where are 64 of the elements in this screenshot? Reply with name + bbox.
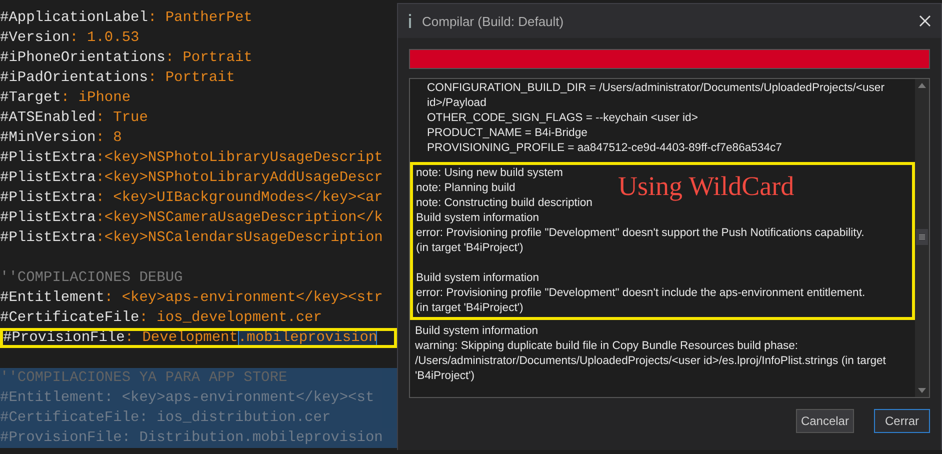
attribute-value: : <key>UIBackgroundModes</key><ar [96, 190, 383, 206]
dialog-title: Compilar (Build: Default) [422, 14, 565, 28]
log-line: note: Using new build system [416, 166, 563, 181]
attribute-value: :<key>NSPhotoLibraryUsageDescript [96, 150, 383, 166]
attribute-key: #CertificateFile [0, 410, 140, 426]
scroll-thumb[interactable] [916, 229, 928, 245]
attribute-key: #iPadOrientations [0, 70, 148, 86]
attribute-value: :<key>NSCalendarsUsageDescription [96, 230, 383, 246]
attribute-value: : <key>aps-environment</key><st [104, 390, 374, 406]
attribute-key: #ATSEnabled [0, 110, 96, 126]
log-line: PROVISIONING_PROFILE = aa847512-ce9d-4403-89ff-cf7e86a534c7 [426, 141, 782, 156]
log-line: (in target 'B4iProject') [416, 301, 524, 316]
log-line: warning: Skipping duplicate build file in Copy Bundle Resources build phase: /Users/administrator/Documents/UploadedProjects/<user id>/es.lproj/InfoPlist.strings (in target 'B4iProject') [415, 339, 887, 384]
attribute-key: #Version [0, 30, 70, 46]
attribute-value: : Development [124, 330, 238, 346]
attribute-value: : PantherPet [148, 10, 252, 26]
log-line: (in target 'B4iProject') [416, 241, 524, 256]
scroll-down-icon[interactable] [918, 388, 926, 393]
attribute-value: :<key>NSCameraUsageDescription</k [96, 210, 383, 226]
attribute-key: #ProvisionFile [0, 430, 122, 446]
attribute-value: : ios_distribution.cer [139, 410, 331, 426]
log-line: OTHER_CODE_SIGN_FLAGS = --keychain <user id> [426, 111, 698, 126]
log-line: PRODUCT_NAME = B4i-Bridge [426, 126, 588, 141]
attribute-value: : Distribution.mobileprovision [122, 430, 383, 446]
scrollbar[interactable] [915, 79, 929, 397]
attribute-key: #CertificateFile [0, 310, 140, 326]
log-line: note: Constructing build description [416, 196, 592, 211]
log-line: error: Provisioning profile "Development" doesn't support the Push Notifications capability. [416, 226, 864, 241]
attribute-key: #iPhoneOrientations [0, 50, 166, 66]
log-line: error: Provisioning profile "Development" doesn't include the aps-environment entitlement. [416, 286, 866, 301]
attribute-key: #Entitlement [0, 290, 104, 306]
attribute-key: #ProvisionFile [3, 330, 125, 346]
attribute-value: : True [96, 110, 148, 126]
attribute-value: : Portrait [165, 50, 252, 66]
search-match: .mobileprovision [238, 330, 378, 346]
log-line: Build system information [415, 324, 538, 339]
close-icon[interactable] [919, 15, 931, 27]
annotation-text: Using WildCard [618, 171, 794, 201]
log-line: CONFIGURATION_BUILD_DIR = /Users/administrator/Documents/UploadedProjects/<user id>/Payload [426, 81, 886, 111]
attribute-key: #MinVersion [0, 130, 96, 146]
log-line: Build system information [416, 271, 540, 286]
attribute-value: : <key>aps-environment</key><str [104, 290, 383, 306]
info-icon [408, 14, 412, 28]
attribute-value: : iPhone [60, 90, 131, 106]
attribute-key: #PlistExtra [0, 210, 96, 226]
dialog-button[interactable]: Cerrar [874, 409, 930, 433]
attribute-value: : 8 [96, 130, 122, 146]
attribute-value: : 1.0.53 [70, 30, 140, 46]
attribute-key: #PlistExtra [0, 230, 96, 246]
attribute-key: #PlistExtra [0, 190, 96, 206]
dialog-button[interactable]: Cancelar [796, 409, 854, 433]
scroll-up-icon[interactable] [918, 83, 926, 88]
attribute-key: #Target [0, 90, 61, 106]
code-comment: ''COMPILACIONES YA PARA APP STORE [0, 370, 288, 386]
log-line: Build system information [416, 211, 540, 226]
attribute-key: #PlistExtra [0, 150, 96, 166]
code-comment: ''COMPILACIONES DEBUG [0, 270, 183, 286]
attribute-value: : Portrait [148, 70, 235, 86]
attribute-key: #PlistExtra [0, 170, 96, 186]
attribute-value: :<key>NSPhotoLibraryAddUsageDescr [96, 170, 383, 186]
attribute-value: : ios_development.cer [139, 310, 322, 326]
attribute-key: #ApplicationLabel [0, 10, 148, 26]
attribute-key: #Entitlement [0, 390, 104, 406]
log-line: note: Planning build [416, 181, 516, 196]
